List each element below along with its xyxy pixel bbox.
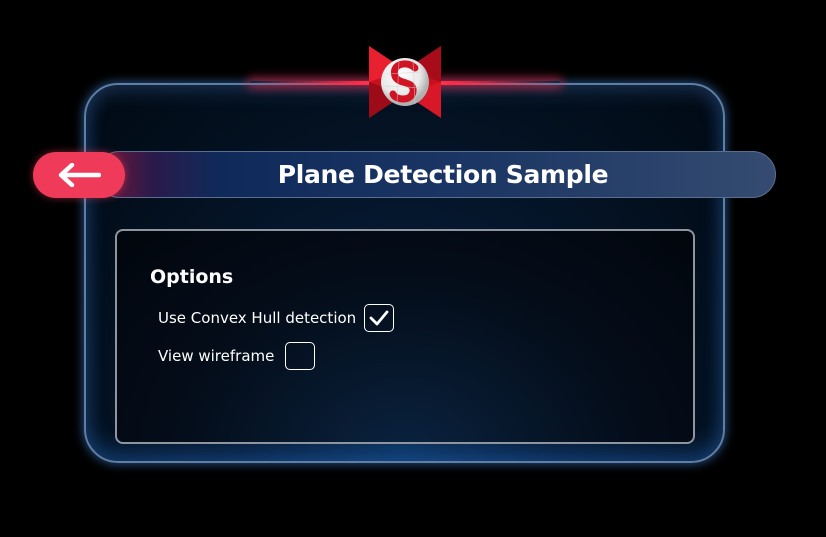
app-window: Plane Detection Sample Options Use Conve… [0, 0, 826, 537]
options-panel [115, 229, 695, 444]
view-wireframe-checkbox[interactable] [285, 342, 315, 370]
options-heading: Options [150, 266, 234, 288]
snapdragon-logo-icon [369, 46, 441, 118]
checkmark-icon [369, 310, 389, 326]
view-wireframe-label: View wireframe [158, 347, 275, 365]
page-title: Plane Detection Sample [277, 160, 609, 189]
convex-hull-checkbox[interactable] [364, 304, 394, 332]
arrow-left-icon [58, 163, 101, 187]
convex-hull-label: Use Convex Hull detection [158, 309, 357, 327]
back-button[interactable] [33, 152, 125, 198]
